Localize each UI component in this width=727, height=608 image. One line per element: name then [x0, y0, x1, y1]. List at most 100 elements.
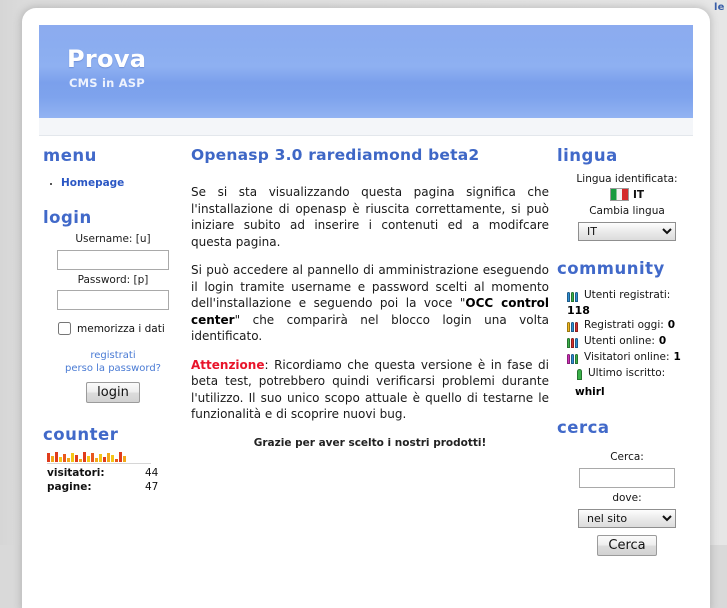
italy-flag-icon [609, 188, 629, 201]
group-icon [567, 336, 580, 348]
counter-bar [63, 454, 66, 462]
person-glyph [571, 321, 574, 332]
page-overflow-text: le [714, 2, 725, 13]
username-input[interactable] [57, 249, 169, 270]
counter-row-value: 44 [145, 467, 159, 479]
password-input[interactable] [57, 290, 169, 310]
login-aux-links: registrati perso la password? [43, 349, 183, 375]
counter-stats: visitatori: 44 pagine: 47 [47, 466, 183, 494]
warning-label: Attenzione [191, 357, 265, 372]
search-where-label: dove: [612, 491, 642, 504]
person-glyph [575, 291, 578, 302]
menu-list-item[interactable]: Homepage [61, 171, 183, 190]
person-glyph [571, 353, 574, 364]
site-banner: Prova CMS in ASP [39, 25, 693, 118]
counter-row-key: visitatori: [47, 467, 105, 479]
search-button[interactable]: Cerca [597, 534, 657, 556]
counter-bar [119, 452, 122, 462]
person-glyph [571, 337, 574, 348]
last-registered-row: Ultimo iscritto: whirl [567, 366, 697, 400]
search-input[interactable] [579, 467, 675, 488]
content-columns: menu Homepage login Username: [u] Passwo… [39, 136, 693, 556]
menu-block-title: menu [43, 146, 97, 165]
community-stat-value: 0 [658, 335, 667, 347]
intro-paragraph: Se si sta visualizzando questa pagina si… [191, 185, 549, 249]
lingua-block-title: lingua [557, 146, 618, 165]
counter-row-value: 47 [145, 481, 159, 493]
counter-bar [83, 452, 86, 462]
login-form: Username: [u] Password: [p] memorizza i … [43, 233, 183, 403]
username-label: Username: [u] [75, 233, 151, 245]
person-glyph [567, 291, 570, 302]
group-icon [567, 352, 580, 364]
language-select[interactable]: IT [578, 222, 676, 241]
counter-bar [91, 453, 94, 462]
person-glyph [575, 337, 578, 348]
registered-users-label: Utenti registrati: [584, 289, 671, 301]
person-icon [575, 368, 584, 380]
counter-bar [47, 453, 50, 462]
counter-row: visitatori: 44 [47, 466, 183, 480]
counter-block-title: counter [43, 425, 119, 444]
person-glyph [575, 321, 578, 332]
menu-list: Homepage [43, 171, 183, 190]
community-stat-row: Utenti online: 0 [567, 334, 697, 349]
admin-paragraph: Si può accedere al pannello di amministr… [191, 262, 549, 345]
counter-bar [95, 458, 98, 462]
lost-password-link[interactable]: perso la password? [43, 362, 183, 375]
community-stat-label: Utenti online: [584, 335, 655, 347]
detected-language-row: IT [557, 188, 697, 201]
counter-bar [115, 459, 118, 462]
password-label: Password: [p] [77, 273, 149, 286]
group-icon [567, 320, 580, 332]
community-stats: Utenti registrati: 118 Registrati oggi: 0… [557, 288, 697, 400]
sidebar-item-homepage[interactable]: Homepage [61, 177, 124, 189]
register-link[interactable]: registrati [43, 349, 183, 362]
detected-language-code: IT [632, 188, 645, 201]
registered-users-row: Utenti registrati: [567, 288, 697, 303]
detected-language-label: Lingua identificata: [576, 173, 678, 185]
community-stat-value: 1 [673, 351, 681, 363]
person-glyph [575, 353, 578, 364]
counter-bar [51, 456, 54, 462]
search-scope-select[interactable]: nel sito [578, 508, 676, 528]
search-block: Cerca: dove: nel sito Cerca [557, 451, 697, 556]
counter-bar [79, 459, 82, 462]
counter-bar [99, 454, 102, 462]
admin-paragraph-part2: " che comparirà nel blocco login una vol… [191, 312, 549, 344]
counter-bar [75, 455, 78, 462]
sidebar-left: menu Homepage login Username: [u] Passwo… [43, 146, 183, 494]
last-registered-value: whirl [575, 386, 605, 398]
language-block: Lingua identificata: IT Cambia lingua IT [557, 173, 697, 241]
group-icon [567, 290, 580, 302]
person-glyph [571, 291, 574, 302]
community-stat-label: Registrati oggi: [584, 319, 664, 331]
community-stat-row: Registrati oggi: 0 [567, 318, 697, 333]
counter-bar [107, 453, 110, 462]
banner-bottom-strip [39, 118, 693, 136]
login-button[interactable]: login [86, 382, 140, 403]
cerca-block-title: cerca [557, 418, 610, 437]
counter-bar [67, 458, 70, 462]
community-item-list: Registrati oggi: 0 Utenti online: 0 Visitato… [567, 318, 697, 365]
person-glyph [567, 321, 570, 332]
person-glyph [567, 353, 570, 364]
person-glyph [567, 337, 570, 348]
counter-row-key: pagine: [47, 481, 92, 493]
change-language-label: Cambia lingua [589, 205, 665, 217]
page-inner: Prova CMS in ASP menu Homepage login Use… [39, 25, 693, 556]
counter-block: counter visitatori: 44 pagine: 47 [43, 425, 183, 494]
page-container: Prova CMS in ASP menu Homepage login Use… [22, 8, 710, 608]
site-tagline: CMS in ASP [69, 76, 145, 90]
search-label: Cerca: [610, 451, 644, 463]
counter-bar [87, 456, 90, 462]
person-glyph [577, 368, 582, 380]
remember-me-row[interactable]: memorizza i dati [43, 322, 183, 335]
counter-bar [103, 457, 106, 462]
counter-bar [71, 453, 74, 462]
counter-bar [111, 455, 114, 462]
community-stat-value: 0 [667, 319, 676, 331]
counter-bar [59, 457, 62, 462]
registered-users-count: 118 [567, 304, 590, 317]
remember-me-checkbox[interactable] [58, 322, 71, 335]
